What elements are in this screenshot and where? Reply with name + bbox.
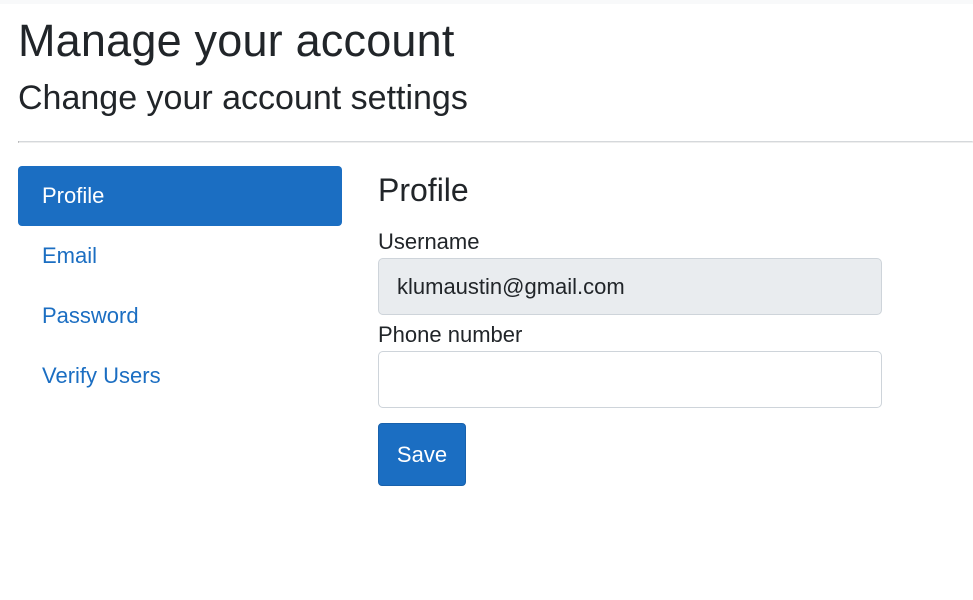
nav-item-password[interactable]: Password <box>18 286 342 346</box>
page-title: Manage your account <box>18 15 455 66</box>
manage-account-page: Manage your account Change your account … <box>0 0 973 600</box>
profile-panel: Profile Username Phone number Save <box>378 166 882 486</box>
top-strip <box>0 0 973 4</box>
header-divider <box>18 141 973 143</box>
nav-item-verify-users[interactable]: Verify Users <box>18 346 342 406</box>
phone-number-label: Phone number <box>378 322 523 347</box>
account-nav: Profile Email Password Verify Users <box>18 166 342 406</box>
username-label: Username <box>378 229 480 254</box>
nav-item-profile[interactable]: Profile <box>18 166 342 226</box>
username-field <box>378 258 882 315</box>
profile-heading: Profile <box>378 172 469 208</box>
phone-number-field[interactable] <box>378 351 882 408</box>
nav-item-email[interactable]: Email <box>18 226 342 286</box>
page-subtitle: Change your account settings <box>18 79 468 117</box>
save-button[interactable]: Save <box>378 423 466 486</box>
